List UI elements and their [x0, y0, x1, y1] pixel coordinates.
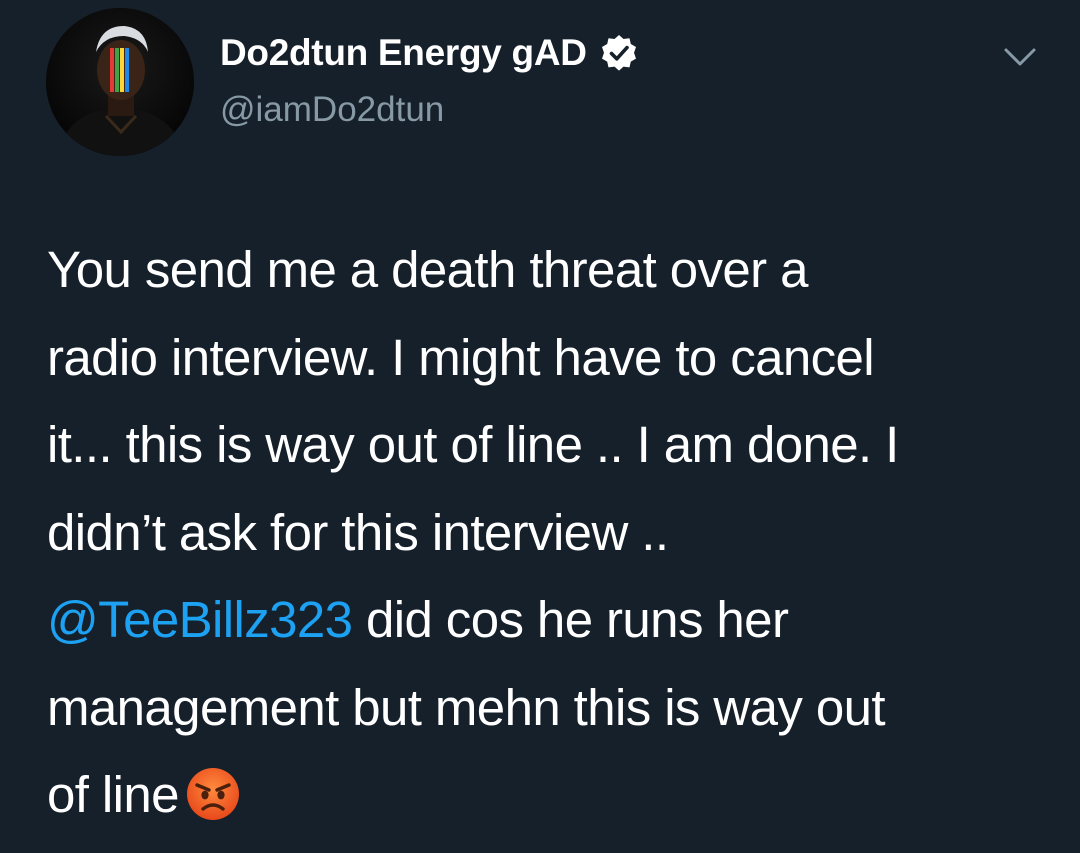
tweet-line-rest: did cos he runs her	[352, 591, 789, 648]
display-name[interactable]: Do2dtun Energy gAD	[220, 32, 587, 74]
angry-face-emoji-icon	[185, 761, 241, 820]
tweet-menu-button[interactable]	[998, 38, 1042, 74]
author-header: Do2dtun Energy gAD @iamDo2dtun	[220, 30, 639, 130]
tweet-line: You send me a death threat over a	[47, 241, 808, 298]
author-avatar[interactable]	[46, 8, 194, 156]
tweet-line: @TeeBillz323 did cos he runs her	[47, 576, 1057, 664]
name-row: Do2dtun Energy gAD	[220, 30, 639, 76]
tweet-card: Do2dtun Energy gAD @iamDo2dtun You send …	[0, 0, 1080, 853]
tweet-line: it... this is way out of line .. I am do…	[47, 416, 899, 473]
tweet-line-text: of line	[47, 766, 180, 823]
mention-link[interactable]: @TeeBillz323	[47, 591, 353, 648]
tweet-line: radio interview. I might have to cancel	[47, 328, 875, 386]
verified-badge-icon	[599, 33, 639, 73]
chevron-down-icon	[1004, 48, 1036, 66]
avatar-photo-icon	[46, 8, 194, 156]
tweet-line-last: of line	[47, 751, 1057, 839]
author-handle[interactable]: @iamDo2dtun	[220, 90, 639, 130]
tweet-line: management but mehn this is way out	[47, 678, 886, 736]
tweet-text: You send me a death threat over a radio …	[47, 226, 1057, 839]
tweet-line: didn’t ask for this interview ..	[47, 503, 669, 561]
